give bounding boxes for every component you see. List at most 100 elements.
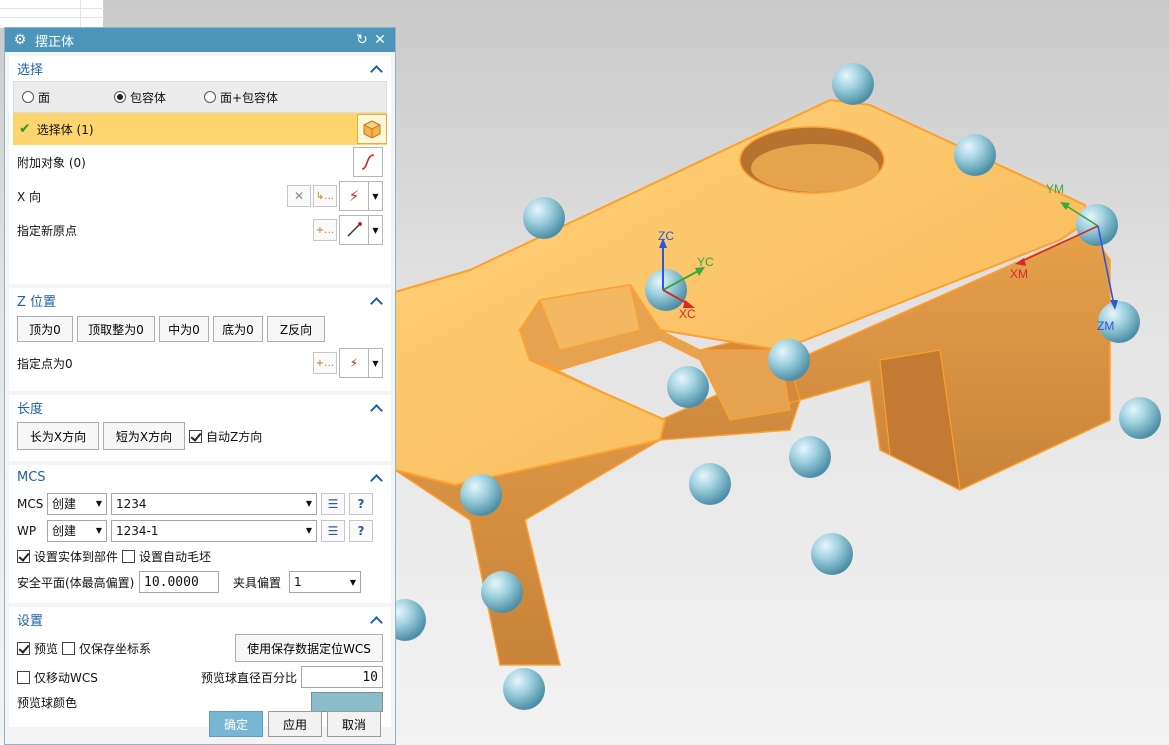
close-icon[interactable]: ✕ [371, 32, 389, 48]
inferred-vector-icon[interactable]: ⚡ [339, 181, 369, 211]
auto-z-label: 自动Z方向 [206, 429, 263, 444]
mcs-title: MCS [17, 470, 46, 485]
radio-bounding-body[interactable]: 包容体 [114, 89, 204, 106]
collapse-icon[interactable] [369, 62, 383, 76]
chevron-down-icon[interactable]: ▼ [369, 181, 383, 211]
collapse-icon[interactable] [369, 294, 383, 308]
dialog-titlebar[interactable]: ⚙ 摆正体 ↻ ✕ [5, 28, 395, 52]
attach-object-label: 附加对象 (0) [17, 155, 86, 170]
chevron-down-icon: ▼ [95, 526, 102, 535]
use-saved-wcs-button[interactable]: 使用保存数据定位WCS [235, 634, 383, 662]
radio-face-button[interactable] [22, 91, 34, 103]
set-blank-checkbox[interactable] [122, 549, 136, 563]
background-window-strip [0, 0, 104, 28]
x-direction-label: X 向 [17, 189, 42, 204]
wp-label: WP [17, 523, 37, 538]
preview-checkbox[interactable] [17, 641, 30, 655]
selection-mode-radios: 面 包容体 面+包容体 [13, 81, 387, 113]
point-zero-row: 指定点为0 +… ⚡ ▼ [9, 345, 391, 381]
x-direction-row: X 向 ✕ ↳… ⚡ ▼ [9, 179, 391, 213]
reset-icon[interactable]: ↻ [353, 32, 371, 48]
dialog-title: 摆正体 [35, 34, 75, 50]
collapse-icon[interactable] [369, 613, 383, 627]
radio-face-and-body[interactable]: 面+包容体 [204, 89, 278, 106]
axis-label-zm: ZM [1097, 319, 1114, 333]
select-body-row[interactable]: ✔ 选择体 (1) [13, 113, 387, 145]
attach-object-row: 附加对象 (0) [9, 145, 391, 179]
ball-color-label: 预览球颜色 [17, 695, 78, 710]
chevron-down-icon: ▼ [349, 577, 356, 587]
set-solid-checkbox[interactable] [17, 549, 30, 563]
wp-mode-select[interactable]: 创建 ▼ [47, 519, 107, 542]
axis-label-xm: XM [1010, 267, 1028, 281]
auto-z-checkbox[interactable] [189, 429, 202, 443]
curve-icon[interactable] [353, 147, 383, 177]
cube-select-icon[interactable] [357, 114, 387, 144]
radio-face[interactable]: 面 [22, 89, 114, 106]
chevron-down-icon[interactable]: ▼ [369, 348, 383, 378]
length-header[interactable]: 长度 [9, 395, 391, 420]
mcs-row: MCS 创建 ▼ 1234 ▼ ☰ ? [9, 490, 391, 517]
chevron-down-icon: ▼ [95, 499, 102, 508]
dialog-footer: 确定 应用 取消 [5, 711, 395, 741]
mcs-name-select[interactable]: 1234 ▼ [111, 492, 317, 515]
save-csys-checkbox[interactable] [62, 641, 76, 655]
new-origin-label: 指定新原点 [17, 223, 78, 238]
help-icon[interactable]: ? [349, 492, 373, 515]
safe-plane-input[interactable]: 10.0000 [139, 571, 219, 593]
help-icon[interactable]: ? [349, 519, 373, 542]
length-section: 长度 长为X方向 短为X方向 自动Z方向 [9, 395, 391, 461]
top-round-zero-button[interactable]: 顶取整为0 [77, 316, 155, 342]
fixture-offset-label: 夹具偏置 [232, 575, 281, 590]
apply-button[interactable]: 应用 [268, 711, 322, 737]
mcs-header[interactable]: MCS [9, 465, 391, 490]
inferred-point-icon[interactable] [339, 215, 369, 245]
settings-header[interactable]: 设置 [9, 607, 391, 632]
checkmark-icon: ✔ [19, 121, 31, 137]
chevron-down-icon: ▼ [305, 499, 312, 508]
move-wcs-label: 仅移动WCS [34, 670, 98, 685]
ball-color-swatch[interactable] [311, 692, 383, 712]
reverse-direction-icon[interactable]: ✕ [287, 185, 311, 207]
radio-face-and-body-label: 面+包容体 [220, 90, 279, 105]
mcs-checks-row: 设置实体到部件 设置自动毛坯 [9, 544, 391, 568]
cancel-button[interactable]: 取消 [327, 711, 381, 737]
axis-label-xc: XC [679, 307, 696, 321]
ball-pct-label: 预览球直径百分比 [200, 670, 297, 685]
collapse-icon[interactable] [369, 401, 383, 415]
fixture-offset-value: 1 [294, 575, 302, 589]
wp-name-value: 1234-1 [116, 523, 159, 538]
select-section: 选择 面 包容体 面+包容体 ✔ 选择体 (1) 附加对象 (0) X 向 ✕ … [9, 56, 391, 284]
radio-bounding-body-button[interactable] [114, 91, 126, 103]
axis-label-yc: YC [697, 255, 714, 269]
orient-body-dialog: ⚙ 摆正体 ↻ ✕ 选择 面 包容体 面+包容体 ✔ 选择体 (1) 附加对象 … [4, 27, 396, 745]
point-dialog-icon[interactable]: +… [313, 352, 337, 374]
wp-name-select[interactable]: 1234-1 ▼ [111, 519, 317, 542]
long-x-button[interactable]: 长为X方向 [17, 422, 99, 450]
collapse-icon[interactable] [369, 471, 383, 485]
bottom-zero-button[interactable]: 底为0 [213, 316, 263, 342]
list-icon[interactable]: ☰ [321, 519, 345, 542]
select-section-header[interactable]: 选择 [9, 56, 391, 81]
top-zero-button[interactable]: 顶为0 [17, 316, 73, 342]
move-wcs-checkbox[interactable] [17, 670, 30, 684]
chevron-down-icon[interactable]: ▼ [369, 215, 383, 245]
ok-button[interactable]: 确定 [209, 711, 263, 737]
mcs-section: MCS MCS 创建 ▼ 1234 ▼ ☰ ? WP 创建 ▼ 1234-1 ▼ ☰ ? [9, 465, 391, 603]
list-icon[interactable]: ☰ [321, 492, 345, 515]
radio-face-label: 面 [38, 90, 51, 105]
fixture-offset-select[interactable]: 1 ▼ [289, 571, 361, 593]
inferred-point-icon[interactable]: ⚡ [339, 348, 369, 378]
preview-label: 预览 [34, 641, 59, 656]
z-reverse-button[interactable]: Z反向 [267, 316, 325, 342]
settings-section: 设置 预览 仅保存坐标系 使用保存数据定位WCS 仅移动WCS 预览球直径百分比… [9, 607, 391, 727]
radio-face-and-body-button[interactable] [204, 91, 216, 103]
point-dialog-icon[interactable]: +… [313, 219, 337, 241]
middle-zero-button[interactable]: 中为0 [159, 316, 209, 342]
mcs-mode-select[interactable]: 创建 ▼ [47, 492, 107, 515]
z-position-header[interactable]: Z 位置 [9, 288, 391, 313]
short-x-button[interactable]: 短为X方向 [103, 422, 185, 450]
wp-mode-value: 创建 [52, 524, 77, 538]
vector-dialog-icon[interactable]: ↳… [313, 185, 337, 207]
ball-pct-input[interactable]: 10 [301, 666, 383, 688]
